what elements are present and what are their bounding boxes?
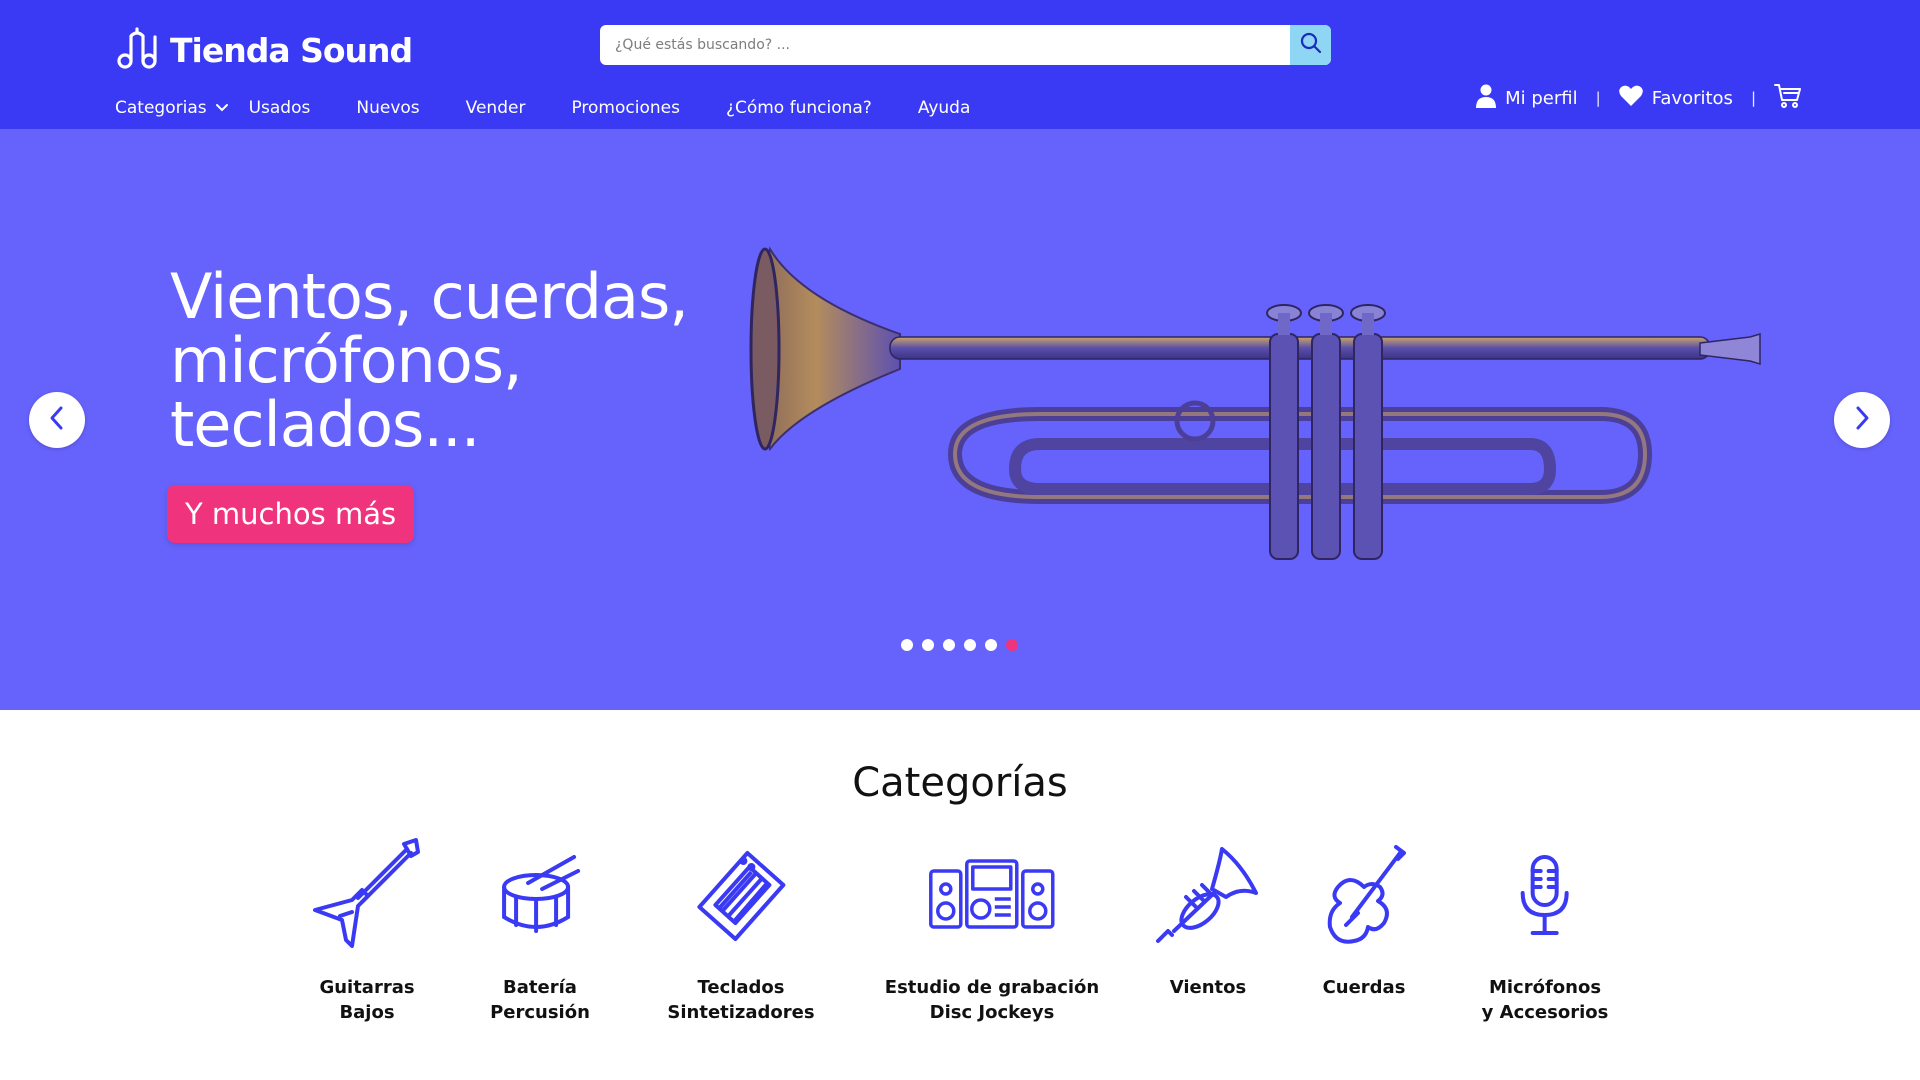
nav-usados[interactable]: Usados [249, 98, 311, 118]
cart-icon [1774, 83, 1802, 114]
heart-icon [1618, 85, 1643, 111]
search-bar [600, 25, 1331, 65]
nav-promociones[interactable]: Promociones [571, 98, 680, 118]
carousel-prev-button[interactable] [29, 392, 85, 448]
carousel-next-button[interactable] [1834, 392, 1890, 448]
category-estudio[interactable]: Estudio de grabación Disc Jockeys [885, 835, 1099, 1025]
category-guitarras[interactable]: Guitarras Bajos [312, 835, 422, 1025]
chevron-left-icon [48, 405, 66, 435]
category-label-line1: Micrófonos [1488, 977, 1602, 998]
nav-categorias-label: Categorias [115, 98, 207, 118]
carousel-dot[interactable] [964, 639, 976, 651]
drum-icon [498, 853, 582, 937]
nav-como-funciona[interactable]: ¿Cómo funciona? [726, 98, 872, 118]
hero-title: Vientos, cuerdas, micrófonos, teclados..… [170, 265, 790, 457]
nav-categorias[interactable]: Categorias [115, 98, 229, 118]
category-label-line2: Bajos [339, 1002, 395, 1023]
category-bateria[interactable]: Batería Percusión [490, 835, 590, 1025]
nav-ayuda[interactable]: Ayuda [918, 98, 971, 118]
hero-cta-button[interactable]: Y muchos más [167, 485, 415, 543]
studio-icon [929, 859, 1055, 931]
categories-title: Categorías [852, 760, 1068, 806]
separator: | [1750, 89, 1756, 107]
carousel-dot-active[interactable] [1006, 639, 1018, 651]
hero-banner: Vientos, cuerdas, micrófonos, teclados..… [0, 129, 1920, 710]
category-label: Cuerdas [1322, 975, 1406, 1000]
category-label: Micrófonos y Accesorios [1482, 975, 1609, 1025]
category-label: Batería Percusión [490, 975, 590, 1025]
category-teclados[interactable]: Teclados Sintetizadores [667, 835, 815, 1025]
category-label-line2: Percusión [490, 1002, 590, 1023]
trumpet-image [740, 239, 1770, 579]
hero-title-line: teclados... [170, 388, 480, 461]
hero-title-line: micrófonos, [170, 324, 523, 397]
category-cuerdas[interactable]: Cuerdas [1322, 835, 1406, 1000]
separator: | [1595, 89, 1601, 107]
carousel-dot[interactable] [943, 639, 955, 651]
category-label: Guitarras Bajos [312, 975, 422, 1025]
category-label-line1: Cuerdas [1322, 977, 1406, 998]
category-label-line1: Teclados [697, 977, 785, 998]
category-label-line1: Vientos [1169, 977, 1247, 998]
carousel-dot[interactable] [901, 639, 913, 651]
nav-vender[interactable]: Vender [466, 98, 526, 118]
search-button[interactable] [1290, 25, 1331, 65]
profile-label: Mi perfil [1505, 87, 1578, 109]
category-label-line2: Disc Jockeys [929, 1002, 1055, 1023]
category-label: Teclados Sintetizadores [667, 975, 814, 1025]
carousel-dots [901, 639, 1018, 651]
hero-title-line: Vientos, cuerdas, [170, 260, 689, 333]
cart-link[interactable] [1774, 83, 1802, 114]
search-icon [1299, 31, 1323, 59]
favorites-link[interactable]: Favoritos [1618, 85, 1733, 111]
user-actions: Mi perfil | Favoritos | [1476, 82, 1802, 114]
logo-text: Tienda Sound [170, 30, 413, 70]
category-microfonos[interactable]: Micrófonos y Accesorios [1482, 835, 1609, 1025]
nav-nuevos[interactable]: Nuevos [356, 98, 419, 118]
carousel-dot[interactable] [985, 639, 997, 651]
category-label: Vientos [1156, 975, 1260, 1000]
category-label-line2: y Accesorios [1481, 1002, 1609, 1023]
chevron-right-icon [1853, 405, 1871, 435]
category-label-line1: Batería [503, 977, 577, 998]
profile-link[interactable]: Mi perfil [1476, 84, 1578, 113]
chevron-down-icon [215, 103, 229, 113]
carousel-dot[interactable] [922, 639, 934, 651]
site-logo[interactable]: Tienda Sound [116, 25, 413, 75]
site-header: Tienda Sound Categorias Usados Nuevos Ve… [0, 0, 1920, 129]
category-vientos[interactable]: Vientos [1156, 835, 1260, 1000]
search-input[interactable] [600, 25, 1290, 65]
main-nav: Categorias Usados Nuevos Vender Promocio… [115, 96, 970, 120]
trumpet-icon [1156, 845, 1260, 945]
guitar-icon [312, 836, 422, 954]
user-icon [1476, 84, 1497, 113]
category-label-line1: Guitarras [319, 977, 415, 998]
category-label-line2: Sintetizadores [667, 1002, 815, 1023]
violin-icon [1322, 843, 1406, 947]
favorites-label: Favoritos [1651, 87, 1733, 109]
music-note-logo-icon [116, 25, 162, 75]
keyboard-icon [691, 845, 791, 945]
category-label-line1: Estudio de grabación [884, 977, 1100, 998]
category-label: Estudio de grabación Disc Jockeys [885, 975, 1099, 1025]
microphone-icon [1517, 853, 1573, 937]
